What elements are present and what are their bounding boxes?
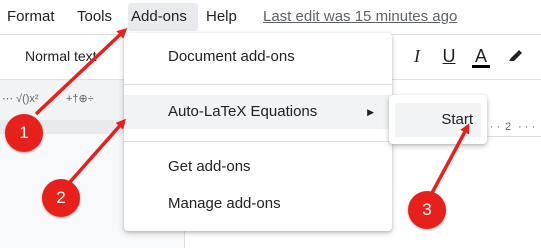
callout-3: 3	[408, 191, 446, 229]
callout-2: 2	[42, 179, 80, 217]
annotation-arrows	[34, 27, 470, 194]
arrow-2	[68, 118, 126, 184]
arrow-1	[34, 27, 128, 116]
arrow-3	[430, 123, 470, 194]
callout-1: 1	[5, 114, 43, 152]
